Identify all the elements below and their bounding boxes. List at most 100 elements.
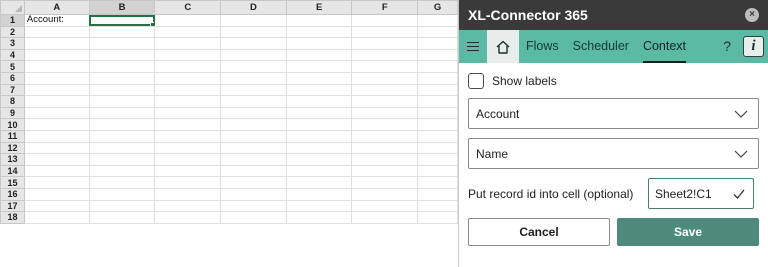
sheet-cell[interactable]: [88, 129, 156, 143]
sheet-cell[interactable]: [154, 176, 222, 189]
sheet-cell[interactable]: [417, 153, 458, 166]
sheet-cell[interactable]: [285, 129, 353, 143]
row-header[interactable]: 17: [0, 199, 25, 213]
sheet-cell[interactable]: [285, 60, 353, 73]
sheet-cell[interactable]: [285, 48, 353, 62]
sheet-cell[interactable]: [23, 211, 90, 224]
record-id-input[interactable]: Sheet2!C1: [648, 178, 754, 209]
sheet-cell[interactable]: [88, 199, 156, 213]
sheet-cell[interactable]: [220, 176, 287, 189]
sheet-cell[interactable]: [154, 95, 222, 108]
sheet-cell[interactable]: [23, 199, 90, 213]
tab-context[interactable]: Context: [636, 30, 693, 63]
row-header[interactable]: 14: [0, 164, 25, 178]
sheet-cell[interactable]: [88, 211, 156, 224]
sheet-cell[interactable]: [417, 199, 458, 213]
row-header[interactable]: 5: [0, 60, 25, 73]
column-header-f[interactable]: F: [351, 0, 419, 15]
sheet-cell[interactable]: [154, 141, 222, 155]
sheet-cell[interactable]: [154, 71, 222, 85]
sheet-cell[interactable]: [23, 153, 90, 166]
sheet-cell[interactable]: [220, 60, 287, 73]
sheet-cell[interactable]: [220, 48, 287, 62]
sheet-cell[interactable]: [285, 25, 353, 39]
sheet-cell[interactable]: [417, 48, 458, 62]
sheet-cell[interactable]: [417, 106, 458, 120]
sheet-cell[interactable]: [417, 37, 458, 50]
object-select[interactable]: Account: [468, 98, 759, 129]
sheet-cell[interactable]: [351, 118, 419, 131]
row-header[interactable]: 3: [0, 37, 25, 50]
row-header[interactable]: 15: [0, 176, 25, 189]
sheet-cell[interactable]: [417, 176, 458, 189]
sheet-cell[interactable]: [88, 106, 156, 120]
sheet-cell[interactable]: [23, 37, 90, 50]
sheet-cell[interactable]: [285, 106, 353, 120]
sheet-cell[interactable]: [285, 176, 353, 189]
tab-scheduler[interactable]: Scheduler: [566, 30, 636, 63]
sheet-cell[interactable]: [351, 37, 419, 50]
sheet-cell[interactable]: [88, 164, 156, 178]
sheet-cell[interactable]: [351, 211, 419, 224]
sheet-cell[interactable]: [351, 187, 419, 201]
sheet-cell[interactable]: [220, 25, 287, 39]
sheet-cell[interactable]: [23, 187, 90, 201]
home-icon[interactable]: [487, 30, 519, 63]
sheet-cell[interactable]: [285, 37, 353, 50]
column-header-d[interactable]: D: [220, 0, 287, 15]
sheet-cell[interactable]: [23, 48, 90, 62]
row-header[interactable]: 9: [0, 106, 25, 120]
sheet-cell[interactable]: [220, 118, 287, 131]
sheet-cell[interactable]: [88, 141, 156, 155]
sheet-cell[interactable]: [285, 95, 353, 108]
sheet-cell[interactable]: [285, 83, 353, 97]
column-header-e[interactable]: E: [285, 0, 353, 15]
sheet-cell[interactable]: [220, 211, 287, 224]
sheet-cell[interactable]: [220, 95, 287, 108]
sheet-cell[interactable]: [23, 118, 90, 131]
sheet-cell[interactable]: [351, 83, 419, 97]
column-header-b[interactable]: B: [88, 0, 156, 15]
row-header[interactable]: 6: [0, 71, 25, 85]
row-header[interactable]: 10: [0, 118, 25, 131]
sheet-cell[interactable]: [88, 95, 156, 108]
sheet-cell[interactable]: [351, 71, 419, 85]
sheet-cell[interactable]: [285, 211, 353, 224]
save-button[interactable]: Save: [617, 218, 759, 246]
sheet-cell[interactable]: [417, 164, 458, 178]
sheet-cell[interactable]: [417, 14, 458, 27]
sheet-cell[interactable]: [220, 199, 287, 213]
sheet-cell[interactable]: [154, 106, 222, 120]
sheet-cell[interactable]: [154, 129, 222, 143]
sheet-cell[interactable]: [351, 60, 419, 73]
sheet-cell[interactable]: [88, 71, 156, 85]
sheet-cell[interactable]: [220, 14, 287, 27]
active-cell-b1[interactable]: [88, 14, 156, 27]
field-select[interactable]: Name: [468, 138, 759, 169]
sheet-cell[interactable]: [417, 60, 458, 73]
sheet-cell[interactable]: [417, 25, 458, 39]
sheet-cell[interactable]: [351, 153, 419, 166]
sheet-cell[interactable]: [220, 129, 287, 143]
sheet-cell[interactable]: [220, 187, 287, 201]
sheet-cell[interactable]: [88, 60, 156, 73]
sheet-cell[interactable]: [88, 153, 156, 166]
row-header[interactable]: 7: [0, 83, 25, 97]
cell-a1[interactable]: Account:: [23, 14, 90, 27]
sheet-cell[interactable]: [23, 176, 90, 189]
sheet-cell[interactable]: [154, 153, 222, 166]
sheet-cell[interactable]: [220, 83, 287, 97]
sheet-cell[interactable]: [285, 141, 353, 155]
sheet-cell[interactable]: [154, 164, 222, 178]
sheet-cell[interactable]: [351, 25, 419, 39]
sheet-cell[interactable]: [154, 60, 222, 73]
row-header[interactable]: 8: [0, 95, 25, 108]
sheet-cell[interactable]: [88, 25, 156, 39]
sheet-cell[interactable]: [23, 83, 90, 97]
tab-flows[interactable]: Flows: [519, 30, 566, 63]
row-header[interactable]: 1: [0, 14, 25, 27]
sheet-cell[interactable]: [417, 211, 458, 224]
help-icon[interactable]: ?: [723, 30, 731, 63]
sheet-cell[interactable]: [23, 71, 90, 85]
row-header[interactable]: 18: [0, 211, 25, 224]
